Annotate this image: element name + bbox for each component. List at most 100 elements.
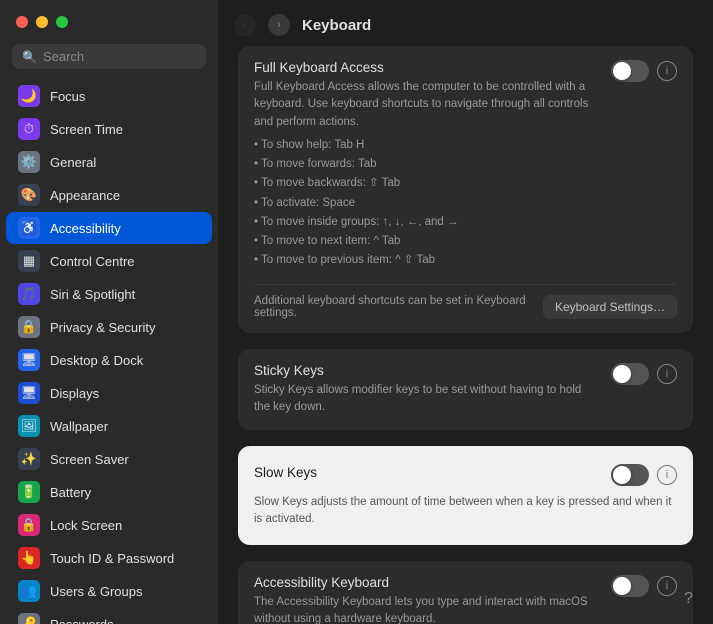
accessibility-keyboard-card: Accessibility Keyboard The Accessibility… — [238, 561, 693, 624]
main-content: ‹ › Keyboard Full Keyboard Access Full K… — [218, 0, 713, 624]
bullet-5: • To move inside groups: ↑, ↓, ←, and → — [254, 214, 595, 231]
toggle-knob — [613, 365, 631, 383]
content-area: Full Keyboard Access Full Keyboard Acces… — [218, 46, 713, 624]
forward-button[interactable]: › — [268, 14, 290, 36]
back-button[interactable]: ‹ — [234, 14, 256, 36]
users-groups-icon: 👥 — [18, 580, 40, 602]
sidebar-label-accessibility: Accessibility — [50, 221, 121, 236]
page-title: Keyboard — [302, 17, 371, 34]
sidebar-item-battery[interactable]: 🔋 Battery — [6, 476, 212, 508]
sidebar-item-displays[interactable]: 🖥 Displays — [6, 377, 212, 409]
sticky-keys-card: Sticky Keys Sticky Keys allows modifier … — [238, 349, 693, 431]
sidebar-item-screen-saver[interactable]: ✨ Screen Saver — [6, 443, 212, 475]
bullet-2: • To move forwards: Tab — [254, 156, 595, 173]
sidebar-label-siri-spotlight: Siri & Spotlight — [50, 287, 135, 302]
titlebar: ‹ › Keyboard — [218, 0, 713, 46]
slow-keys-desc: Slow Keys adjusts the amount of time bet… — [254, 494, 677, 529]
sidebar-item-general[interactable]: ⚙️ General — [6, 146, 212, 178]
bullet-1: • To show help: Tab H — [254, 137, 595, 154]
screen-time-icon: ⏱ — [18, 118, 40, 140]
sidebar-item-accessibility[interactable]: ♿ Accessibility — [6, 212, 212, 244]
slow-keys-top-row: Slow Keys i — [254, 462, 677, 486]
sticky-keys-title: Sticky Keys — [254, 363, 595, 378]
sidebar-item-desktop-dock[interactable]: 🖥 Desktop & Dock — [6, 344, 212, 376]
sidebar-item-privacy-security[interactable]: 🔒 Privacy & Security — [6, 311, 212, 343]
full-kb-controls: i — [611, 60, 677, 82]
full-kb-top-row: Full Keyboard Access Full Keyboard Acces… — [254, 60, 677, 272]
sidebar-label-touch-id: Touch ID & Password — [50, 551, 174, 566]
bullet-4: • To activate: Space — [254, 195, 595, 212]
full-kb-bottom-text: Additional keyboard shortcuts can be set… — [254, 295, 543, 319]
sticky-keys-row: Sticky Keys Sticky Keys allows modifier … — [238, 349, 693, 431]
full-kb-bottom-row: Additional keyboard shortcuts can be set… — [254, 284, 677, 319]
sidebar-item-screen-time[interactable]: ⏱ Screen Time — [6, 113, 212, 145]
sidebar-label-battery: Battery — [50, 485, 91, 500]
acc-kb-title: Accessibility Keyboard — [254, 575, 595, 590]
full-kb-title: Full Keyboard Access — [254, 60, 595, 75]
slow-keys-toggle[interactable] — [611, 464, 649, 486]
sidebar-item-users-groups[interactable]: 👥 Users & Groups — [6, 575, 212, 607]
maximize-button[interactable] — [56, 16, 68, 28]
full-kb-toggle[interactable] — [611, 60, 649, 82]
help-button[interactable]: ? — [684, 590, 693, 608]
sidebar-label-screen-time: Screen Time — [50, 122, 123, 137]
sidebar-label-users-groups: Users & Groups — [50, 584, 142, 599]
acc-kb-text: Accessibility Keyboard The Accessibility… — [254, 575, 611, 624]
search-box[interactable]: 🔍 — [12, 44, 206, 69]
sidebar-item-lock-screen[interactable]: 🔒 Lock Screen — [6, 509, 212, 541]
minimize-button[interactable] — [36, 16, 48, 28]
slow-keys-title: Slow Keys — [254, 465, 317, 480]
acc-kb-info-button[interactable]: i — [657, 576, 677, 596]
sidebar-label-screen-saver: Screen Saver — [50, 452, 129, 467]
sticky-keys-controls: i — [611, 363, 677, 385]
sidebar-item-control-centre[interactable]: ▦ Control Centre — [6, 245, 212, 277]
close-button[interactable] — [16, 16, 28, 28]
sidebar-item-focus[interactable]: 🌙 Focus — [6, 80, 212, 112]
passwords-icon: 🔑 — [18, 613, 40, 624]
wallpaper-icon: 🖼 — [18, 415, 40, 437]
slow-keys-info-button[interactable]: i — [657, 465, 677, 485]
general-icon: ⚙️ — [18, 151, 40, 173]
sidebar-items: 🌙 Focus ⏱ Screen Time ⚙️ General 🎨 Appea… — [0, 79, 218, 624]
sidebar-item-appearance[interactable]: 🎨 Appearance — [6, 179, 212, 211]
privacy-icon: 🔒 — [18, 316, 40, 338]
siri-icon: 🎵 — [18, 283, 40, 305]
sticky-keys-desc: Sticky Keys allows modifier keys to be s… — [254, 382, 595, 417]
sticky-keys-toggle[interactable] — [611, 363, 649, 385]
sidebar-item-wallpaper[interactable]: 🖼 Wallpaper — [6, 410, 212, 442]
sidebar-item-passwords[interactable]: 🔑 Passwords — [6, 608, 212, 624]
sidebar-label-desktop-dock: Desktop & Dock — [50, 353, 143, 368]
battery-icon: 🔋 — [18, 481, 40, 503]
sidebar-item-siri-spotlight[interactable]: 🎵 Siri & Spotlight — [6, 278, 212, 310]
lock-screen-icon: 🔒 — [18, 514, 40, 536]
sidebar-label-passwords: Passwords — [50, 617, 114, 624]
search-input[interactable] — [43, 49, 196, 64]
slow-keys-controls: i — [611, 464, 677, 486]
acc-kb-controls: i — [611, 575, 677, 597]
desktop-dock-icon: 🖥 — [18, 349, 40, 371]
acc-kb-desc: The Accessibility Keyboard lets you type… — [254, 594, 595, 624]
sidebar-label-appearance: Appearance — [50, 188, 120, 203]
appearance-icon: 🎨 — [18, 184, 40, 206]
sidebar-label-lock-screen: Lock Screen — [50, 518, 122, 533]
sidebar-label-general: General — [50, 155, 96, 170]
slow-keys-card: Slow Keys i Slow Keys adjusts the amount… — [238, 446, 693, 545]
sticky-keys-info-button[interactable]: i — [657, 364, 677, 384]
toggle-knob — [613, 577, 631, 595]
focus-icon: 🌙 — [18, 85, 40, 107]
screen-saver-icon: ✨ — [18, 448, 40, 470]
full-keyboard-access-card: Full Keyboard Access Full Keyboard Acces… — [238, 46, 693, 333]
bullet-7: • To move to previous item: ^ ⇧ Tab — [254, 252, 595, 269]
full-kb-desc: Full Keyboard Access allows the computer… — [254, 79, 595, 270]
toggle-knob — [613, 466, 631, 484]
keyboard-settings-button[interactable]: Keyboard Settings… — [543, 295, 677, 319]
full-kb-info-button[interactable]: i — [657, 61, 677, 81]
search-icon: 🔍 — [22, 50, 37, 64]
sidebar-label-control-centre: Control Centre — [50, 254, 135, 269]
sidebar-label-privacy-security: Privacy & Security — [50, 320, 155, 335]
sidebar-label-displays: Displays — [50, 386, 99, 401]
sidebar-item-touch-id[interactable]: 👆 Touch ID & Password — [6, 542, 212, 574]
sidebar-label-focus: Focus — [50, 89, 85, 104]
full-kb-bullets: • To show help: Tab H • To move forwards… — [254, 137, 595, 270]
acc-kb-toggle[interactable] — [611, 575, 649, 597]
